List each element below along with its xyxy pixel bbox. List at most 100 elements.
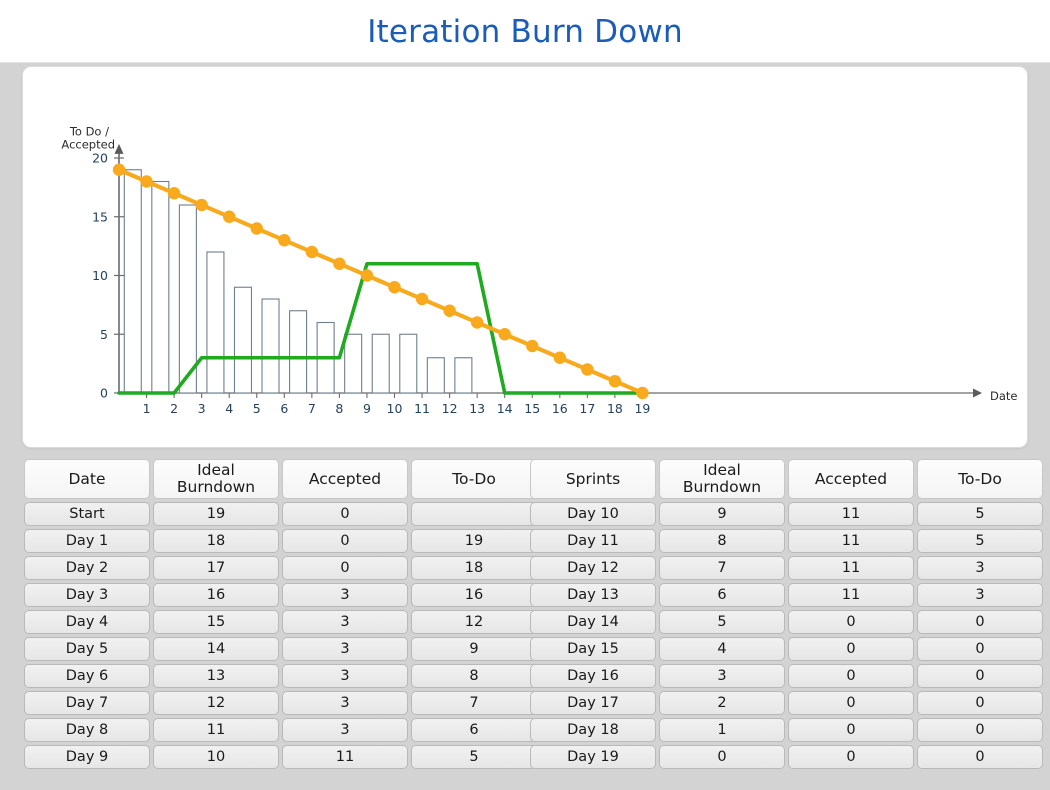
y-tick-label: 10 <box>92 268 108 283</box>
cell-ideal[interactable]: 4 <box>659 637 785 661</box>
cell-date[interactable]: Day 9 <box>24 745 150 769</box>
cell-accepted[interactable]: 0 <box>788 637 914 661</box>
cell-todo[interactable]: 7 <box>411 691 537 715</box>
cell-date[interactable]: Day 8 <box>24 718 150 742</box>
cell-todo[interactable]: 3 <box>917 583 1043 607</box>
x-tick-label: 1 <box>143 401 151 416</box>
cell-date[interactable]: Day 11 <box>530 529 656 553</box>
cell-ideal[interactable]: 16 <box>153 583 279 607</box>
x-tick-label: 11 <box>414 401 430 416</box>
column-header-accepted[interactable]: Accepted <box>788 459 914 499</box>
cell-accepted[interactable]: 0 <box>788 691 914 715</box>
cell-todo[interactable]: 18 <box>411 556 537 580</box>
cell-ideal[interactable]: 8 <box>659 529 785 553</box>
cell-ideal[interactable]: 10 <box>153 745 279 769</box>
cell-accepted[interactable]: 0 <box>788 664 914 688</box>
cell-accepted[interactable]: 11 <box>788 556 914 580</box>
cell-date[interactable]: Day 6 <box>24 664 150 688</box>
cell-accepted[interactable]: 3 <box>282 583 408 607</box>
cell-accepted[interactable]: 3 <box>282 718 408 742</box>
column-header-ideal[interactable]: Ideal Burndown <box>659 459 785 499</box>
cell-date[interactable]: Day 4 <box>24 610 150 634</box>
cell-date[interactable]: Start <box>24 502 150 526</box>
cell-accepted[interactable]: 11 <box>788 502 914 526</box>
cell-todo[interactable]: 19 <box>411 529 537 553</box>
cell-date[interactable]: Day 2 <box>24 556 150 580</box>
cell-todo[interactable]: 5 <box>917 529 1043 553</box>
column-header-date[interactable]: Date <box>24 459 150 499</box>
cell-date[interactable]: Day 15 <box>530 637 656 661</box>
cell-accepted[interactable]: 3 <box>282 637 408 661</box>
table-row: Day 8 11 3 6 <box>24 718 537 742</box>
cell-ideal[interactable]: 12 <box>153 691 279 715</box>
cell-ideal[interactable]: 7 <box>659 556 785 580</box>
cell-date[interactable]: Day 10 <box>530 502 656 526</box>
cell-date[interactable]: Day 14 <box>530 610 656 634</box>
cell-ideal[interactable]: 13 <box>153 664 279 688</box>
cell-date[interactable]: Day 16 <box>530 664 656 688</box>
cell-todo[interactable]: 9 <box>411 637 537 661</box>
column-header-sprints[interactable]: Sprints <box>530 459 656 499</box>
cell-ideal[interactable]: 0 <box>659 745 785 769</box>
todo-bar <box>206 251 225 394</box>
cell-date[interactable]: Day 3 <box>24 583 150 607</box>
cell-date[interactable]: Day 1 <box>24 529 150 553</box>
cell-accepted[interactable]: 0 <box>282 529 408 553</box>
column-header-todo[interactable]: To-Do <box>411 459 537 499</box>
cell-todo[interactable]: 0 <box>917 637 1043 661</box>
cell-todo[interactable]: 5 <box>917 502 1043 526</box>
cell-todo[interactable]: 0 <box>917 718 1043 742</box>
cell-accepted[interactable]: 3 <box>282 664 408 688</box>
cell-date[interactable]: Day 19 <box>530 745 656 769</box>
cell-accepted[interactable]: 0 <box>788 745 914 769</box>
y-axis-title-line2: Accepted <box>61 138 115 152</box>
cell-todo[interactable]: 0 <box>917 745 1043 769</box>
cell-accepted[interactable]: 3 <box>282 691 408 715</box>
cell-ideal[interactable]: 2 <box>659 691 785 715</box>
cell-todo[interactable]: 6 <box>411 718 537 742</box>
cell-todo[interactable]: 0 <box>917 664 1043 688</box>
cell-todo[interactable] <box>411 502 537 526</box>
cell-accepted[interactable]: 0 <box>282 556 408 580</box>
cell-date[interactable]: Day 12 <box>530 556 656 580</box>
cell-accepted[interactable]: 0 <box>788 718 914 742</box>
cell-ideal[interactable]: 17 <box>153 556 279 580</box>
cell-todo[interactable]: 0 <box>917 610 1043 634</box>
cell-ideal[interactable]: 15 <box>153 610 279 634</box>
table-row: Day 1 18 0 19 <box>24 529 537 553</box>
ideal-burndown-marker <box>278 234 291 247</box>
cell-ideal[interactable]: 19 <box>153 502 279 526</box>
cell-date[interactable]: Day 18 <box>530 718 656 742</box>
cell-date[interactable]: Day 17 <box>530 691 656 715</box>
cell-todo[interactable]: 3 <box>917 556 1043 580</box>
cell-accepted[interactable]: 11 <box>282 745 408 769</box>
y-tick-label: 0 <box>100 386 108 401</box>
todo-bar <box>371 333 390 394</box>
cell-ideal[interactable]: 18 <box>153 529 279 553</box>
cell-todo[interactable]: 0 <box>917 691 1043 715</box>
cell-ideal[interactable]: 9 <box>659 502 785 526</box>
cell-ideal[interactable]: 6 <box>659 583 785 607</box>
cell-accepted[interactable]: 0 <box>282 502 408 526</box>
cell-todo[interactable]: 8 <box>411 664 537 688</box>
cell-date[interactable]: Day 5 <box>24 637 150 661</box>
column-header-accepted[interactable]: Accepted <box>282 459 408 499</box>
cell-todo[interactable]: 16 <box>411 583 537 607</box>
cell-ideal[interactable]: 3 <box>659 664 785 688</box>
cell-ideal[interactable]: 1 <box>659 718 785 742</box>
cell-date[interactable]: Day 7 <box>24 691 150 715</box>
cell-accepted[interactable]: 0 <box>788 610 914 634</box>
cell-ideal[interactable]: 14 <box>153 637 279 661</box>
table-row: Day 13 6 11 3 <box>530 583 1043 607</box>
cell-date[interactable]: Day 13 <box>530 583 656 607</box>
cell-todo[interactable]: 5 <box>411 745 537 769</box>
table-row: Day 4 15 3 12 <box>24 610 537 634</box>
cell-accepted[interactable]: 11 <box>788 529 914 553</box>
cell-accepted[interactable]: 3 <box>282 610 408 634</box>
cell-ideal[interactable]: 11 <box>153 718 279 742</box>
cell-todo[interactable]: 12 <box>411 610 537 634</box>
column-header-todo[interactable]: To-Do <box>917 459 1043 499</box>
column-header-ideal[interactable]: Ideal Burndown <box>153 459 279 499</box>
cell-ideal[interactable]: 5 <box>659 610 785 634</box>
cell-accepted[interactable]: 11 <box>788 583 914 607</box>
